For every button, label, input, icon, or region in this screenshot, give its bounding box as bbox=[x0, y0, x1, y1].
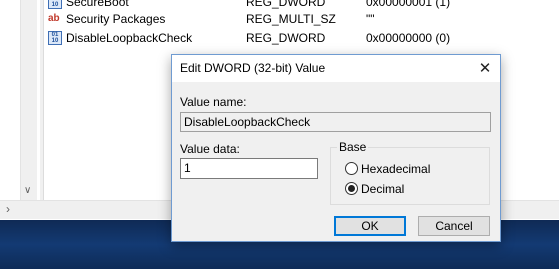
pane-splitter[interactable] bbox=[40, 0, 44, 200]
value-data-input[interactable]: 1 bbox=[180, 158, 318, 179]
ok-button[interactable]: OK bbox=[334, 216, 406, 236]
close-icon[interactable]: ✕ bbox=[470, 55, 500, 82]
cancel-button[interactable]: Cancel bbox=[418, 216, 490, 236]
value-name-field: DisableLoopbackCheck bbox=[180, 112, 491, 132]
value-data: 0x00000000 (0) bbox=[366, 31, 451, 45]
dialog-title: Edit DWORD (32-bit) Value bbox=[180, 61, 326, 75]
value-name: Security Packages bbox=[66, 12, 166, 26]
radio-button[interactable] bbox=[345, 162, 358, 175]
scroll-down-arrow-icon[interactable]: ∨ bbox=[24, 186, 31, 196]
string-ab-icon: ab bbox=[48, 13, 60, 24]
value-type: REG_MULTI_SZ bbox=[246, 12, 336, 26]
value-data: 0x00000001 (1) bbox=[366, 0, 451, 9]
value-data: "" bbox=[366, 12, 375, 26]
base-groupbox: Base Hexadecimal Decimal bbox=[330, 140, 490, 205]
radio-label: Decimal bbox=[361, 182, 405, 196]
radio-label: Hexadecimal bbox=[361, 162, 431, 176]
dialog-titlebar[interactable]: Edit DWORD (32-bit) Value ✕ bbox=[172, 55, 500, 82]
tree-vertical-scrollbar[interactable]: ∨ bbox=[20, 0, 37, 200]
dword-icon: 0110 bbox=[48, 0, 62, 9]
scroll-right-arrow-icon[interactable]: › bbox=[6, 202, 10, 216]
value-data-label: Value data: bbox=[180, 142, 240, 156]
value-name: DisableLoopbackCheck bbox=[66, 31, 193, 45]
value-type: REG_DWORD bbox=[246, 31, 326, 45]
dword-icon: 0110 bbox=[48, 31, 62, 45]
value-name-label: Value name: bbox=[180, 95, 247, 109]
radio-button[interactable] bbox=[345, 182, 358, 195]
base-label: Base bbox=[337, 140, 369, 154]
edit-dword-dialog: Edit DWORD (32-bit) Value ✕ Value name: … bbox=[171, 54, 501, 242]
